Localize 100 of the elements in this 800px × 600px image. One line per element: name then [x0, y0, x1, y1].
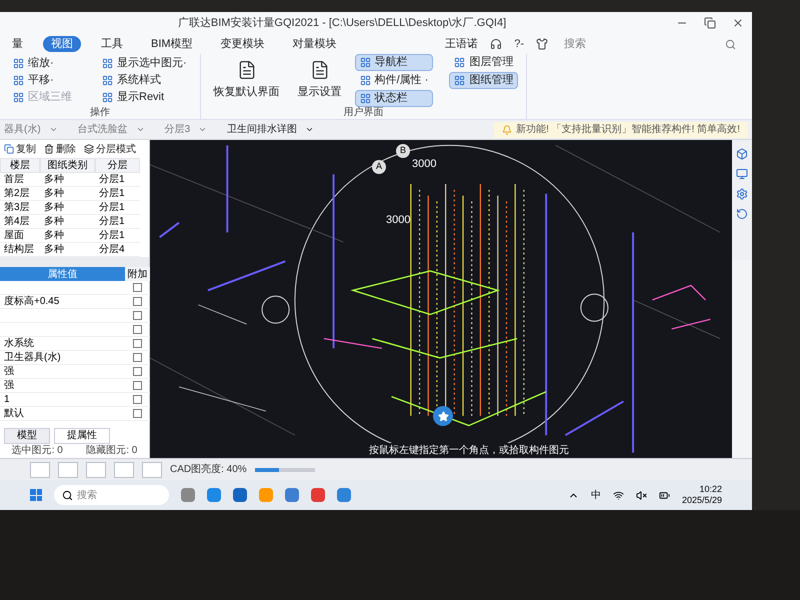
taskbar-search[interactable]: 搜索 — [54, 485, 169, 505]
trash-icon — [44, 144, 54, 154]
selector-dropdown[interactable]: 分层3 — [164, 122, 220, 137]
selector-dropdown[interactable]: 卫生间排水详图 — [227, 122, 326, 137]
menu-tab[interactable]: 视图 — [43, 36, 81, 52]
app-icon[interactable] — [233, 488, 247, 502]
start-icon[interactable] — [30, 489, 42, 501]
panel-action[interactable]: 复制 — [4, 142, 36, 156]
ribbon-button[interactable]: 显示Revit — [97, 89, 192, 106]
pin-button[interactable] — [433, 406, 453, 426]
panel-tab[interactable]: 模型 — [4, 428, 50, 444]
selector-dropdown[interactable]: 器具(水) — [4, 122, 70, 137]
dropdown-caret-icon — [198, 125, 208, 134]
status-text: 隐藏图元: 0 — [86, 444, 138, 458]
menu-tab[interactable]: BIM模型 — [143, 36, 201, 52]
table-cell: 第3层 — [0, 201, 40, 215]
axis-label: B — [396, 144, 410, 158]
checkbox[interactable] — [133, 325, 142, 334]
mute-icon[interactable] — [636, 490, 647, 500]
ribbon-button[interactable]: 导航栏 — [354, 54, 434, 70]
brightness-slider[interactable] — [254, 468, 315, 472]
ribbon-button[interactable]: 状态栏 — [354, 90, 434, 106]
restore-icon[interactable] — [704, 17, 716, 29]
checkbox[interactable] — [133, 339, 142, 348]
column-header: 图纸类别 — [40, 158, 95, 173]
column-header: 分层 — [95, 158, 140, 173]
checkbox[interactable] — [133, 297, 142, 306]
ribbon-button[interactable]: 系统样式 — [97, 72, 192, 89]
table-cell: 多种 — [40, 173, 95, 187]
dropdown-caret-icon — [48, 125, 58, 134]
settings-icon[interactable] — [736, 188, 748, 200]
wifi-icon[interactable] — [612, 490, 624, 500]
menu-tab[interactable]: 量 — [4, 36, 31, 52]
menu-tab[interactable]: 对量模块 — [284, 36, 345, 52]
window-title: 广联达BIM安装计量GQI2021 - [C:\Users\DELL\Desktop\水厂.GQI4] — [176, 16, 508, 31]
app-icon[interactable] — [181, 488, 195, 502]
copy-icon — [4, 144, 14, 154]
checkbox[interactable] — [133, 381, 142, 390]
ribbon-button[interactable]: 构件/属性 · — [354, 72, 434, 88]
checkbox[interactable] — [133, 311, 142, 320]
grid-icon — [102, 92, 113, 103]
ime-indicator[interactable]: 中 — [590, 488, 601, 502]
search-input[interactable]: 搜索 — [564, 36, 725, 52]
taskbar-search-input[interactable]: 搜索 — [77, 488, 161, 502]
viewport[interactable]: A B 3000 3000 按鼠标左键指定第一个角点，或拾取构件图元 — [150, 140, 732, 458]
column-header: 楼层 — [0, 158, 40, 173]
rotate-icon[interactable] — [736, 208, 748, 220]
property-value: 强 — [0, 365, 125, 379]
monitor-icon[interactable] — [736, 168, 748, 180]
table-cell: 分层1 — [95, 201, 140, 215]
headset-icon[interactable] — [490, 38, 502, 50]
panel-action[interactable]: 删除 — [44, 142, 76, 156]
grid-icon — [454, 74, 466, 86]
app-icon[interactable] — [207, 488, 221, 502]
shirt-icon[interactable] — [536, 38, 548, 50]
grid-icon — [13, 58, 24, 69]
grid-icon — [102, 75, 113, 86]
checkbox[interactable] — [133, 283, 142, 292]
panel-tab[interactable]: 提属性 — [54, 428, 110, 444]
cube-icon[interactable] — [736, 148, 748, 160]
menu-tab[interactable]: 工具 — [93, 36, 131, 52]
clock-date: 2025/5/29 — [682, 495, 722, 506]
help-menu[interactable]: ?- — [514, 36, 524, 52]
user-name[interactable]: 王语诺 — [445, 36, 478, 52]
ribbon-large-button[interactable]: 恢复默认界面 — [208, 54, 285, 106]
property-value: 水系统 — [0, 337, 125, 351]
menu-tab[interactable]: 变更模块 — [212, 36, 273, 52]
grid-icon — [102, 58, 113, 69]
app-icon[interactable] — [311, 488, 325, 502]
ribbon-button[interactable]: 平移· — [8, 72, 77, 89]
ribbon-button[interactable]: 图纸管理 — [449, 72, 518, 88]
column-header: 属性值 — [0, 267, 125, 281]
close-icon[interactable] — [732, 17, 744, 29]
checkbox[interactable] — [133, 353, 142, 362]
dimension-text: 3000 — [386, 213, 410, 228]
ribbon-button[interactable]: 缩放· — [8, 55, 77, 72]
selector-dropdown[interactable]: 台式洗脸盆 — [78, 122, 157, 137]
app-icon[interactable] — [285, 488, 299, 502]
grid-icon — [360, 74, 371, 86]
search-field[interactable]: 搜索 — [560, 36, 740, 52]
table-cell: 屋面 — [0, 229, 40, 243]
search-icon[interactable] — [725, 38, 736, 50]
app-icon[interactable] — [337, 488, 351, 502]
checkbox[interactable] — [133, 409, 142, 418]
table-cell: 第4层 — [0, 215, 40, 229]
checkbox[interactable] — [133, 395, 142, 404]
grid-icon — [13, 92, 24, 103]
property-value: 1 — [0, 393, 125, 407]
column-header: 附加 — [125, 267, 150, 281]
status-text: 选中图元: 0 — [12, 444, 63, 458]
checkbox[interactable] — [133, 367, 142, 376]
ribbon-large-button[interactable]: 显示设置 — [292, 54, 347, 106]
table-cell: 首层 — [0, 173, 40, 187]
battery-icon[interactable] — [658, 490, 670, 500]
ribbon-button[interactable]: 显示选中图元· — [97, 55, 192, 72]
grid-icon — [360, 56, 371, 68]
property-value: 默认 — [0, 407, 125, 421]
ribbon-button[interactable]: 图层管理 — [449, 54, 518, 70]
clock-time: 10:22 — [699, 484, 722, 495]
panel-action[interactable]: 分层模式 — [84, 142, 136, 156]
